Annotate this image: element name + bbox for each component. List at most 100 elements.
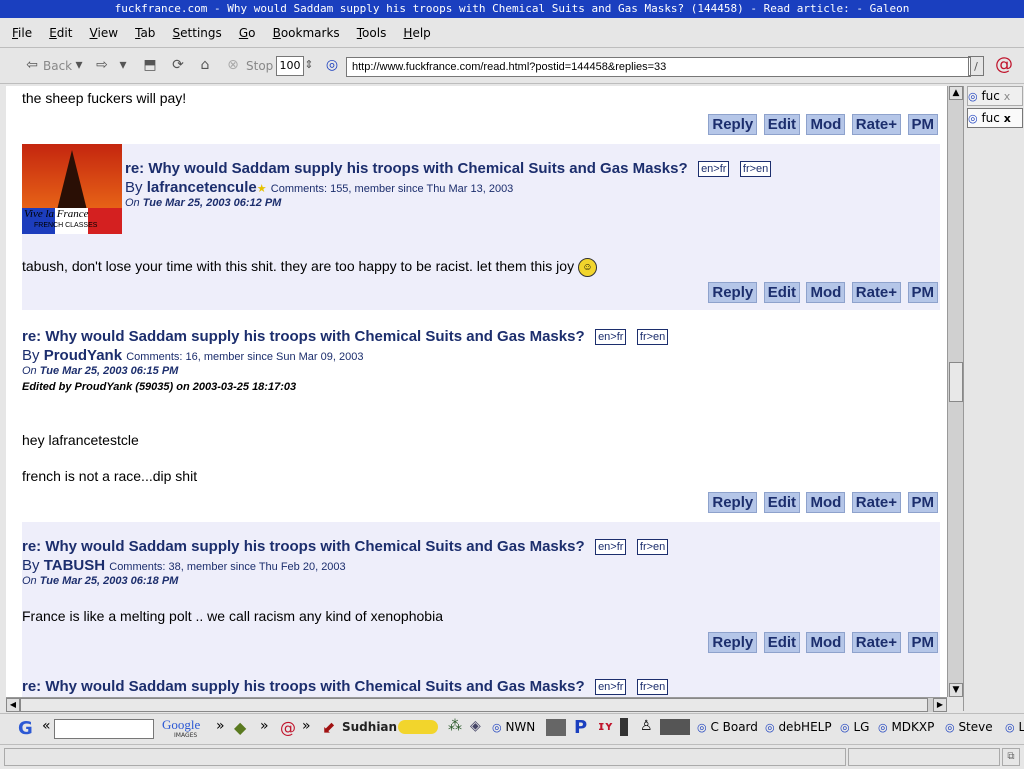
bookmark-bar-icon[interactable] xyxy=(620,718,628,736)
home-icon[interactable]: ⌂ xyxy=(195,55,215,75)
bookmark-sudhian[interactable]: Sudhian xyxy=(342,720,397,734)
bookmark-red-icon[interactable]: ɪʏ xyxy=(598,719,613,733)
rate-button[interactable]: Rate+ xyxy=(851,632,902,653)
translate-en-fr-button[interactable]: en>fr xyxy=(595,328,627,345)
url-input[interactable]: http://www.fuckfrance.com/read.html?post… xyxy=(346,57,971,77)
menu-help[interactable]: Help xyxy=(403,19,430,47)
mod-button[interactable]: Mod xyxy=(806,114,846,135)
zoom-stepper-icon[interactable]: ⇕ xyxy=(304,55,314,75)
post-title[interactable]: re: Why would Saddam supply his troops w… xyxy=(22,678,585,695)
edit-button[interactable]: Edit xyxy=(763,282,801,303)
reply-button[interactable]: Reply xyxy=(708,114,758,135)
post-author[interactable]: ProudYank xyxy=(44,347,122,364)
edit-button[interactable]: Edit xyxy=(763,632,801,653)
chevron-right-icon[interactable]: » xyxy=(216,718,225,734)
close-icon[interactable]: x xyxy=(1004,90,1011,103)
bookmark-penguin-icon[interactable]: ♙ xyxy=(640,718,653,734)
rate-button[interactable]: Rate+ xyxy=(851,282,902,303)
translate-en-fr-button[interactable]: en>fr xyxy=(595,538,627,555)
translate-fr-en-button[interactable]: fr>en xyxy=(636,678,669,695)
zoom-field[interactable]: 100 xyxy=(276,56,304,76)
tab-item-active[interactable]: ◎ fuc x xyxy=(967,108,1023,128)
rate-button[interactable]: Rate+ xyxy=(851,114,902,135)
up-folder-icon[interactable]: ⬒ xyxy=(140,55,160,75)
google-search-input[interactable] xyxy=(54,719,154,739)
mod-button[interactable]: Mod xyxy=(806,492,846,513)
translate-en-fr-button[interactable]: en>fr xyxy=(595,678,627,695)
menu-file[interactable]: File xyxy=(12,19,32,47)
translate-fr-en-button[interactable]: fr>en xyxy=(636,538,669,555)
menu-settings[interactable]: Settings xyxy=(173,19,222,47)
menu-edit[interactable]: Edit xyxy=(49,19,72,47)
site-favicon-icon: ◎ xyxy=(968,112,978,125)
bookmark-diamond-icon[interactable]: ◈ xyxy=(470,718,481,734)
post-title[interactable]: re: Why would Saddam supply his troops w… xyxy=(22,538,585,555)
chevron-right-icon[interactable]: » xyxy=(260,718,269,734)
edit-button[interactable]: Edit xyxy=(763,492,801,513)
bookmark-logo-icon[interactable] xyxy=(660,719,690,735)
rate-button[interactable]: Rate+ xyxy=(851,492,902,513)
mod-button[interactable]: Mod xyxy=(806,632,846,653)
translate-en-fr-button[interactable]: en>fr xyxy=(698,160,730,177)
chevron-right-icon[interactable]: » xyxy=(302,718,311,734)
vertical-scrollbar[interactable]: ▲ ▼ xyxy=(947,86,964,697)
post-title[interactable]: re: Why would Saddam supply his troops w… xyxy=(125,160,688,177)
scroll-up-icon[interactable]: ▲ xyxy=(949,86,963,100)
bookmark-l[interactable]: ◎ L xyxy=(1005,720,1024,734)
menu-view[interactable]: View xyxy=(90,19,118,47)
menu-bookmarks[interactable]: Bookmarks xyxy=(273,19,340,47)
reload-icon[interactable]: ⟳ xyxy=(168,55,188,75)
stop-icon[interactable]: ⊗ xyxy=(223,55,243,75)
security-icon[interactable]: ⧉ xyxy=(1002,748,1020,766)
mod-button[interactable]: Mod xyxy=(806,282,846,303)
vertical-scroll-thumb[interactable] xyxy=(949,362,963,402)
bookmark-mdkxp[interactable]: ◎ MDKXP xyxy=(878,720,934,734)
pm-button[interactable]: PM xyxy=(907,282,938,303)
pm-button[interactable]: PM xyxy=(907,492,938,513)
close-icon[interactable]: x xyxy=(1004,112,1011,125)
star-icon: ★ xyxy=(256,183,267,195)
menu-go[interactable]: Go xyxy=(239,19,256,47)
book-icon[interactable]: ◆ xyxy=(234,718,246,737)
bookmark-debhelp[interactable]: ◎ debHELP xyxy=(765,720,832,734)
google-g-icon[interactable]: G xyxy=(18,718,33,739)
bookmark-nwn[interactable]: ◎ NWN xyxy=(492,720,535,734)
menu-tab[interactable]: Tab xyxy=(135,19,155,47)
horizontal-scrollbar[interactable]: ◀ ▶ xyxy=(6,697,947,712)
bookmark-steve[interactable]: ◎ Steve xyxy=(945,720,993,734)
bookmark-photo-icon[interactable] xyxy=(546,719,566,736)
prev-icon[interactable]: « xyxy=(42,718,51,734)
bookmark-leaf-icon[interactable]: ⁂ xyxy=(448,718,462,734)
translate-fr-en-button[interactable]: fr>en xyxy=(739,160,772,177)
scroll-right-icon[interactable]: ▶ xyxy=(933,698,947,712)
bookmark-arrow-icon[interactable]: ⬋ xyxy=(322,718,335,737)
reply-button[interactable]: Reply xyxy=(708,492,758,513)
google-images-button[interactable]: Google xyxy=(162,717,200,733)
scroll-down-icon[interactable]: ▼ xyxy=(949,683,963,697)
post-author[interactable]: TABUSH xyxy=(44,557,105,574)
reply-button[interactable]: Reply xyxy=(708,632,758,653)
url-dropdown-icon[interactable]: / xyxy=(968,56,984,76)
back-button[interactable]: Back xyxy=(43,54,72,78)
debian-swirl-icon[interactable]: @ xyxy=(280,718,296,737)
back-arrow-icon[interactable]: ⇦ xyxy=(22,55,42,75)
scroll-left-icon[interactable]: ◀ xyxy=(6,698,20,712)
forward-history-icon[interactable]: ▾ xyxy=(117,55,129,75)
forward-arrow-icon[interactable]: ⇨ xyxy=(92,55,112,75)
stop-button[interactable]: Stop xyxy=(246,54,273,78)
bookmark-lg[interactable]: ◎ LG xyxy=(840,720,869,734)
horizontal-scroll-thumb[interactable] xyxy=(20,698,928,712)
pm-button[interactable]: PM xyxy=(907,114,938,135)
edit-button[interactable]: Edit xyxy=(763,114,801,135)
back-history-icon[interactable]: ▾ xyxy=(73,55,85,75)
post-title[interactable]: re: Why would Saddam supply his troops w… xyxy=(22,328,585,345)
pm-button[interactable]: PM xyxy=(907,632,938,653)
translate-fr-en-button[interactable]: fr>en xyxy=(636,328,669,345)
bookmark-badge-icon[interactable] xyxy=(398,720,438,734)
post-author[interactable]: lafrancetencule xyxy=(147,179,257,196)
menu-tools[interactable]: Tools xyxy=(357,19,387,47)
reply-button[interactable]: Reply xyxy=(708,282,758,303)
bookmark-p-icon[interactable]: P xyxy=(574,717,587,738)
tab-item[interactable]: ◎ fuc x xyxy=(967,86,1023,106)
bookmark-cboard[interactable]: ◎ C Board xyxy=(697,720,758,734)
